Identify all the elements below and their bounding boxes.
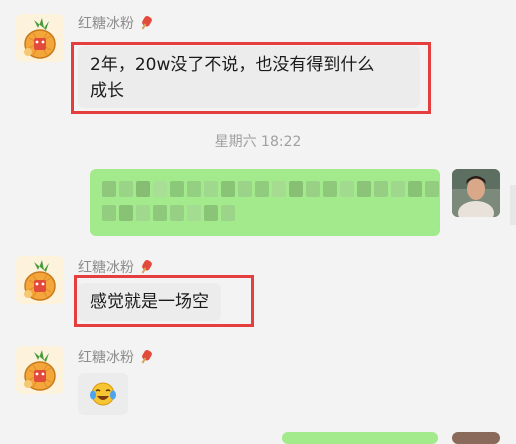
laughing-crying-emoji-icon — [90, 382, 116, 406]
user-avatar[interactable] — [452, 169, 500, 217]
user-avatar[interactable] — [452, 432, 500, 444]
blurred-text-mosaic — [102, 205, 235, 221]
sender-avatar[interactable] — [16, 14, 64, 62]
popsicle-icon — [141, 260, 152, 274]
sender-name-text: 红糖冰粉 — [78, 16, 134, 32]
blurred-text-mosaic — [102, 181, 439, 197]
emoji-message-bubble[interactable] — [78, 373, 128, 415]
message-text: 感觉就是一场空 — [90, 292, 209, 312]
timestamp: 星期六 18:22 — [214, 134, 302, 150]
popsicle-icon — [141, 16, 152, 30]
sender-name: 红糖冰粉 — [78, 13, 154, 33]
sender-name-text: 红糖冰粉 — [78, 350, 134, 366]
message-text-line: 成长 — [90, 81, 124, 101]
outgoing-message-bubble[interactable] — [282, 432, 438, 444]
user-photo-avatar-icon — [452, 169, 500, 217]
outgoing-message-bubble[interactable] — [90, 169, 440, 236]
scrollbar-track[interactable] — [510, 185, 516, 225]
message-text-line: 2年，20w没了不说，也没有得到什么 — [90, 55, 375, 75]
sender-name: 红糖冰粉 — [78, 257, 154, 277]
pineapple-avatar-icon — [16, 346, 64, 394]
message-bubble[interactable]: 2年，20w没了不说，也没有得到什么 成长 — [78, 46, 420, 108]
pineapple-avatar-icon — [16, 14, 64, 62]
popsicle-icon — [141, 350, 152, 364]
sender-avatar[interactable] — [16, 346, 64, 394]
message-bubble[interactable]: 感觉就是一场空 — [78, 283, 221, 321]
sender-name: 红糖冰粉 — [78, 347, 154, 367]
sender-name-text: 红糖冰粉 — [78, 260, 134, 276]
pineapple-avatar-icon — [16, 256, 64, 304]
sender-avatar[interactable] — [16, 256, 64, 304]
